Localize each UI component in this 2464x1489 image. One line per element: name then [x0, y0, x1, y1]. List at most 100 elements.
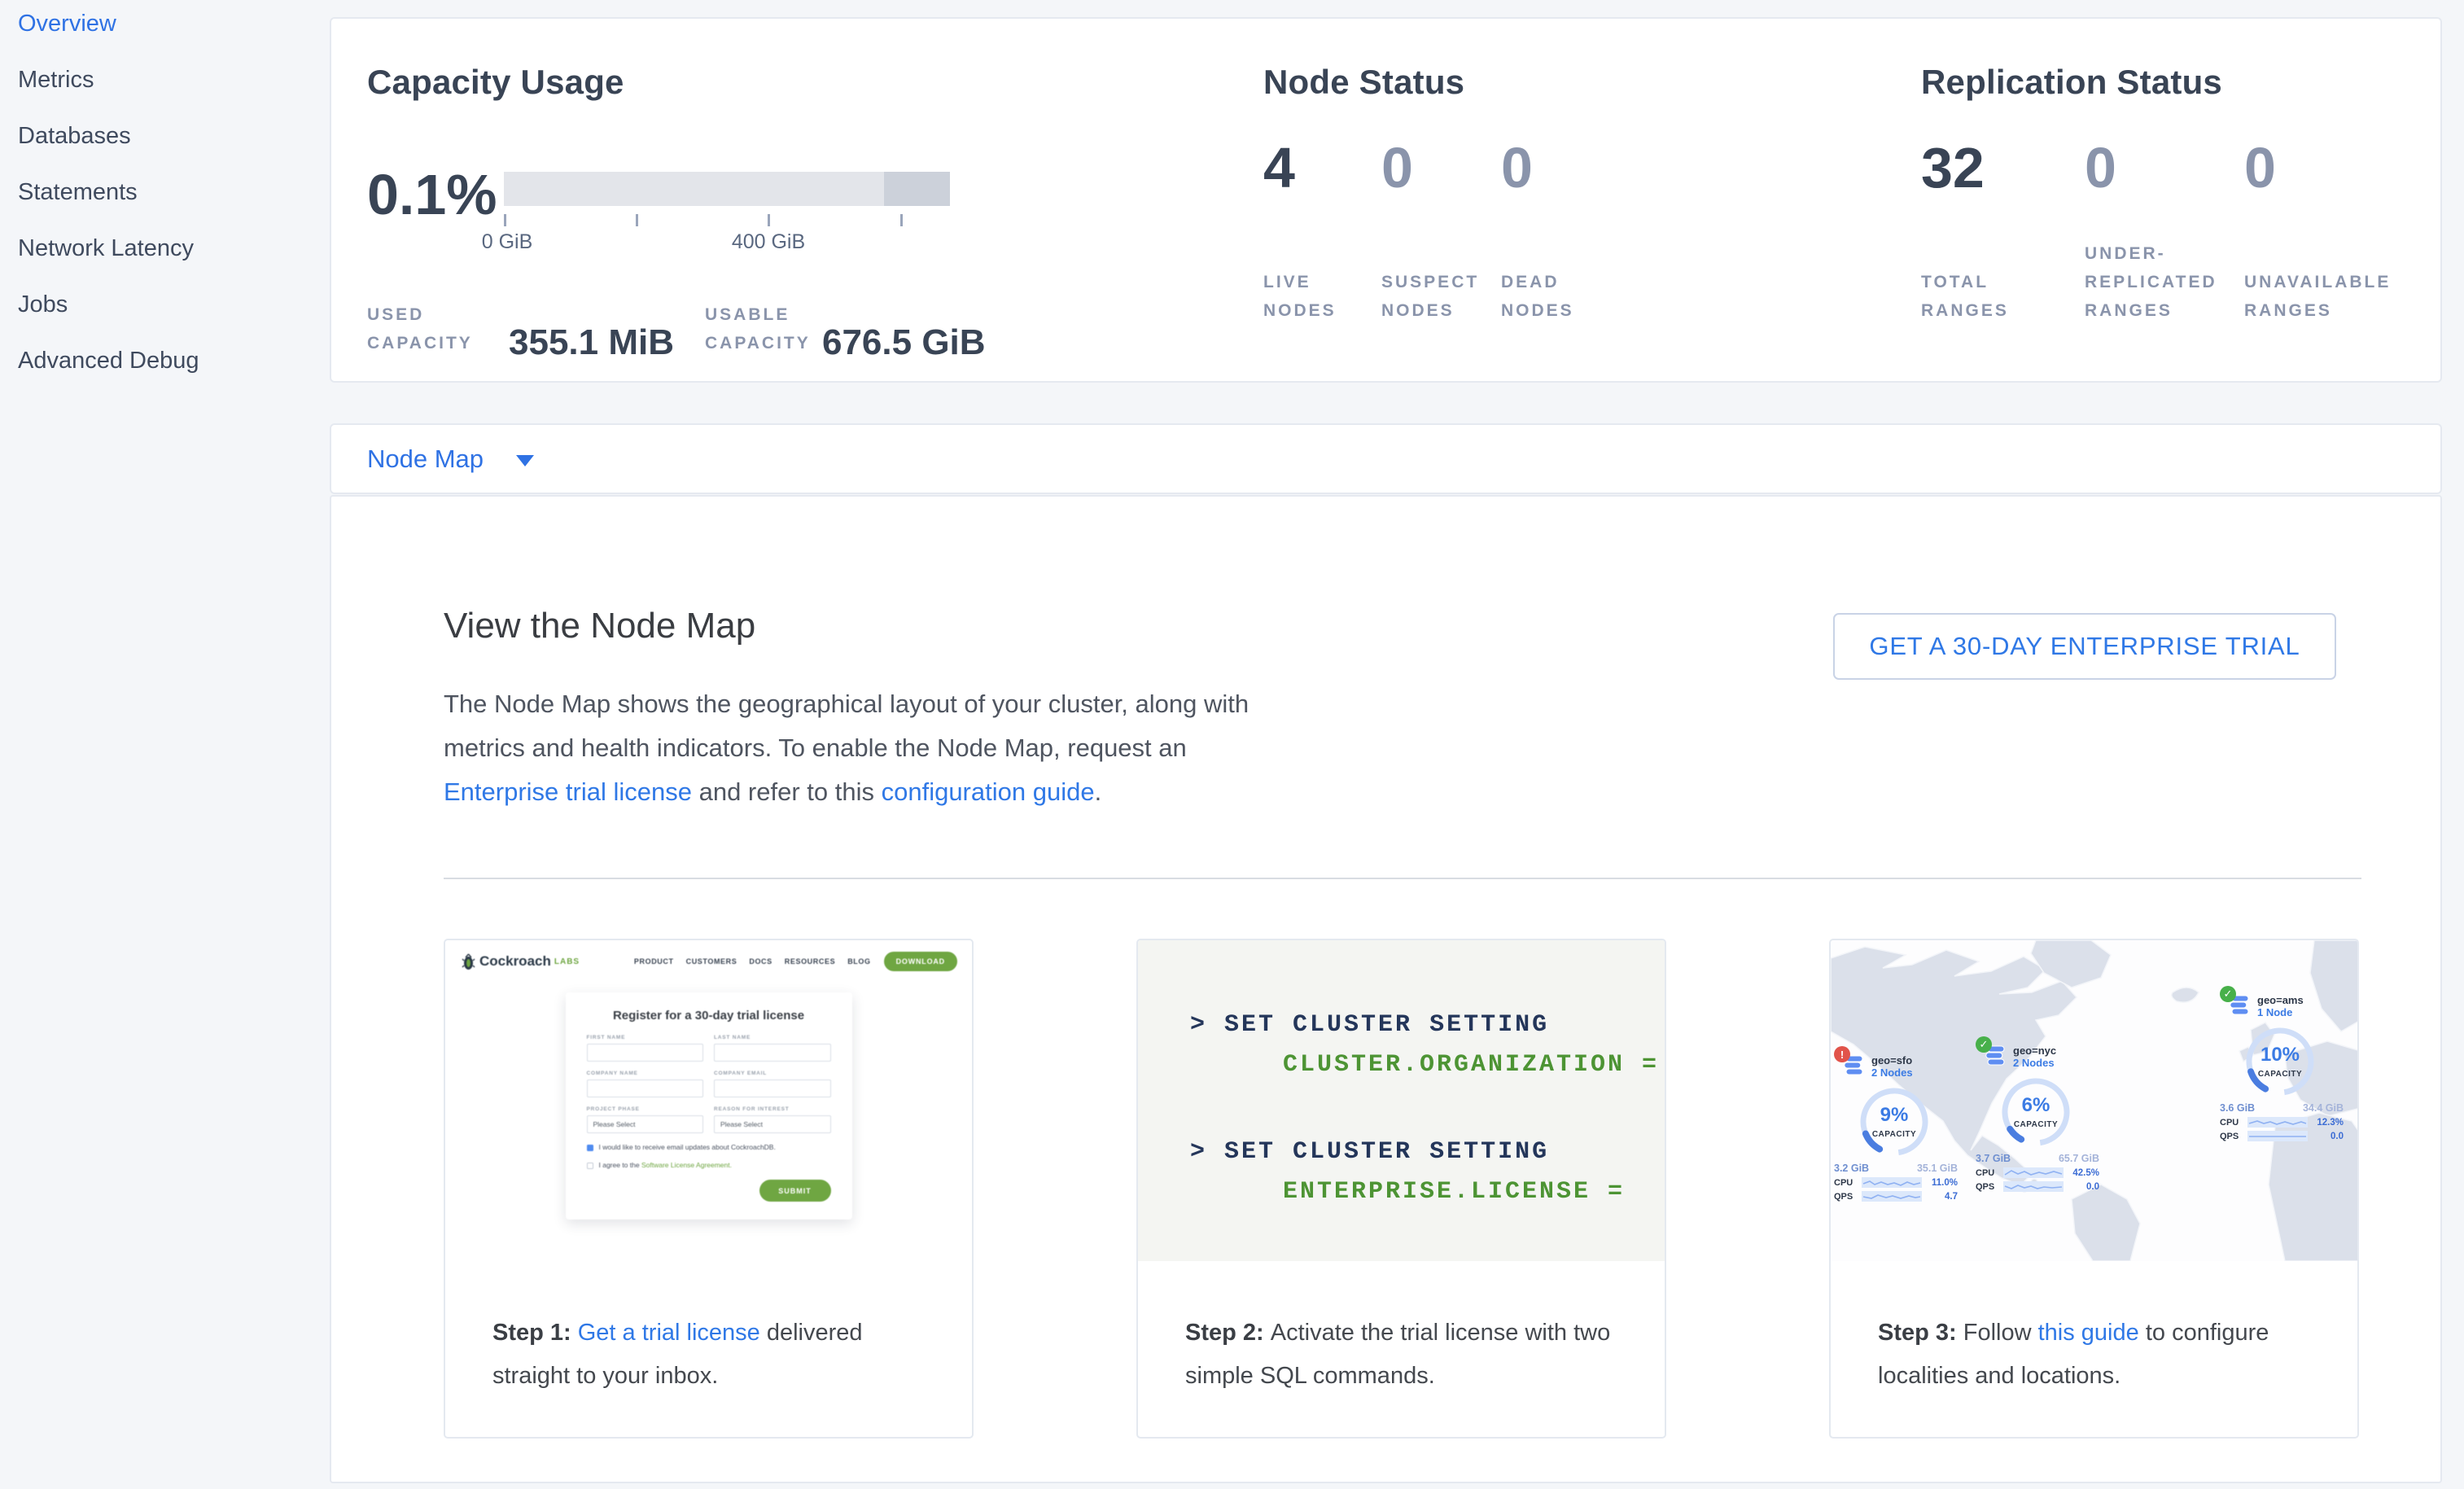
- node-count: 2 Nodes: [1871, 1066, 1913, 1080]
- node-count: 1 Node: [2257, 1006, 2304, 1019]
- total-ranges-value: 32: [1921, 139, 2085, 196]
- error-icon: !: [1834, 1046, 1850, 1062]
- cpu-sparkline: [2003, 1167, 2064, 1178]
- sidebar: Overview Metrics Databases Statements Ne…: [0, 0, 330, 1489]
- suspect-nodes-value: 0: [1381, 139, 1501, 196]
- sql-setting-organization: CLUSTER.ORGANIZATION =: [1190, 1045, 1665, 1085]
- node-status-title: Node Status: [1263, 63, 1603, 102]
- under-replicated-ranges-value: 0: [2085, 139, 2244, 196]
- step2-label: Step 2:: [1185, 1320, 1271, 1346]
- qps-value: 0.0: [2086, 1182, 2099, 1192]
- page-title: View the Node Map: [444, 606, 755, 646]
- dead-nodes-value: 0: [1501, 139, 1603, 196]
- mini-nav-item: CUSTOMERS: [686, 957, 737, 966]
- caption-text: Follow: [1963, 1320, 2038, 1346]
- capacity-used: 3.2 GiB: [1834, 1163, 1869, 1174]
- map-node-ams: ✓ geo=ams 1 Node: [2220, 994, 2350, 1141]
- cpu-value: 42.5%: [2072, 1168, 2099, 1178]
- node-locality: geo=sfo: [1871, 1054, 1913, 1066]
- qps-value: 4.7: [1945, 1192, 1958, 1202]
- cpu-label: CPU: [1834, 1178, 1862, 1188]
- mini-select: Please Select: [714, 1115, 831, 1133]
- this-guide-link[interactable]: this guide: [2038, 1320, 2139, 1346]
- capacity-usage-title: Capacity Usage: [367, 63, 1002, 102]
- get-trial-license-link[interactable]: Get a trial license: [578, 1320, 760, 1346]
- step1-caption: Step 1: Get a trial license delivered st…: [445, 1261, 972, 1398]
- view-mode-dropdown[interactable]: Node Map: [330, 423, 2442, 494]
- cpu-value: 11.0%: [1932, 1178, 1958, 1188]
- cockroach-icon: [462, 953, 475, 970]
- step2-card: > SET CLUSTER SETTING CLUSTER.ORGANIZATI…: [1136, 939, 1666, 1439]
- capacity-gauge-ring: 9% CAPACITY: [1852, 1083, 1937, 1161]
- mini-field-label: FIRST NAME: [587, 1035, 704, 1040]
- enterprise-trial-license-link[interactable]: Enterprise trial license: [444, 777, 692, 806]
- unavailable-ranges-label: UNAVAILABLE RANGES: [2244, 268, 2403, 325]
- capacity-total: 34.4 GiB: [2303, 1102, 2344, 1114]
- sidebar-item-metrics[interactable]: Metrics: [18, 50, 330, 110]
- mini-form-title: Register for a 30-day trial license: [587, 1009, 831, 1023]
- sql-prompt: >: [1190, 1138, 1207, 1166]
- mini-select: Please Select: [587, 1115, 704, 1133]
- qps-label: QPS: [1976, 1182, 2003, 1192]
- sql-command: SET CLUSTER SETTING: [1224, 1011, 1549, 1039]
- qps-sparkline: [2247, 1131, 2308, 1141]
- mini-submit-button: SUBMIT: [759, 1180, 831, 1202]
- step3-label: Step 3:: [1878, 1320, 1963, 1346]
- capacity-bar: 0 GiB 400 GiB: [504, 172, 950, 269]
- usable-capacity-value: 676.5 GiB: [822, 326, 986, 360]
- qps-sparkline: [2003, 1181, 2064, 1192]
- used-capacity-label: USED CAPACITY: [367, 300, 504, 357]
- under-replicated-ranges-label: UNDER-REPLICATED RANGES: [2085, 239, 2230, 325]
- step1-card: Cockroach LABS PRODUCT CUSTOMERS DOCS RE…: [444, 939, 974, 1439]
- view-mode-selected-value[interactable]: Node Map: [367, 445, 484, 474]
- mini-checkbox-label: I would like to receive email updates ab…: [599, 1143, 776, 1151]
- capacity-used: 3.7 GiB: [1976, 1153, 2011, 1164]
- configuration-guide-link[interactable]: configuration guide: [882, 777, 1095, 806]
- mini-input: [714, 1044, 831, 1062]
- sidebar-item-overview[interactable]: Overview: [18, 0, 330, 54]
- qps-label: QPS: [2220, 1132, 2247, 1141]
- total-ranges-label: TOTAL RANGES: [1921, 268, 2023, 325]
- mini-field-label: COMPANY EMAIL: [714, 1071, 831, 1076]
- sidebar-item-network-latency[interactable]: Network Latency: [18, 218, 330, 278]
- description-text: and refer to this: [692, 777, 882, 806]
- mini-nav-item: PRODUCT: [634, 957, 674, 966]
- capacity-bar-track: [504, 172, 950, 206]
- get-enterprise-trial-button[interactable]: GET A 30-DAY ENTERPRISE TRIAL: [1833, 613, 2336, 680]
- cluster-summary-panel: Capacity Usage 0.1% 0 GiB 400 GiB USED C…: [330, 17, 2442, 383]
- node-map-description: The Node Map shows the geographical layo…: [444, 682, 1258, 814]
- usable-capacity-label: USABLE CAPACITY: [705, 300, 817, 357]
- capacity-usage-section: Capacity Usage 0.1% 0 GiB 400 GiB USED C…: [367, 63, 1002, 102]
- mini-download-button: DOWNLOAD: [884, 952, 957, 971]
- qps-sparkline: [1862, 1191, 1922, 1202]
- sidebar-item-statements[interactable]: Statements: [18, 162, 330, 222]
- capacity-gauge: 0.1% 0 GiB 400 GiB: [367, 169, 950, 269]
- axis-tick-label: 0 GiB: [482, 230, 533, 254]
- mini-field-label: COMPANY NAME: [587, 1071, 704, 1076]
- unavailable-ranges-value: 0: [2244, 139, 2403, 196]
- capacity-percent: 0.1%: [367, 169, 504, 221]
- mini-input: [587, 1080, 704, 1097]
- capacity-label: CAPACITY: [1994, 1120, 2078, 1129]
- sidebar-item-jobs[interactable]: Jobs: [18, 274, 330, 335]
- mini-nav: PRODUCT CUSTOMERS DOCS RESOURCES BLOG DO…: [622, 952, 957, 971]
- sql-command: SET CLUSTER SETTING: [1224, 1138, 1549, 1166]
- sidebar-item-databases[interactable]: Databases: [18, 106, 330, 166]
- capacity-percent: 10%: [2238, 1044, 2322, 1066]
- step1-label: Step 1:: [492, 1320, 578, 1346]
- mini-checkbox-checked: [587, 1145, 593, 1151]
- axis-tick: [900, 214, 903, 226]
- capacity-bar-reserved-segment: [884, 172, 950, 206]
- mini-checkbox-empty: [587, 1163, 593, 1169]
- replication-status-section: Replication Status 32 TOTAL RANGES 0 UND…: [1921, 63, 2403, 325]
- divider: [444, 878, 2361, 879]
- sidebar-item-advanced-debug[interactable]: Advanced Debug: [18, 331, 330, 391]
- qps-label: QPS: [1834, 1192, 1862, 1202]
- mini-field-label: REASON FOR INTEREST: [714, 1106, 831, 1112]
- logo-text: Cockroach: [479, 953, 551, 970]
- node-map-promo-panel: View the Node Map The Node Map shows the…: [330, 495, 2442, 1483]
- mini-nav-item: DOCS: [749, 957, 772, 966]
- capacity-label: CAPACITY: [1852, 1130, 1937, 1139]
- axis-tick-label: 400 GiB: [732, 230, 805, 254]
- cockroach-labs-logo: Cockroach LABS: [462, 953, 580, 970]
